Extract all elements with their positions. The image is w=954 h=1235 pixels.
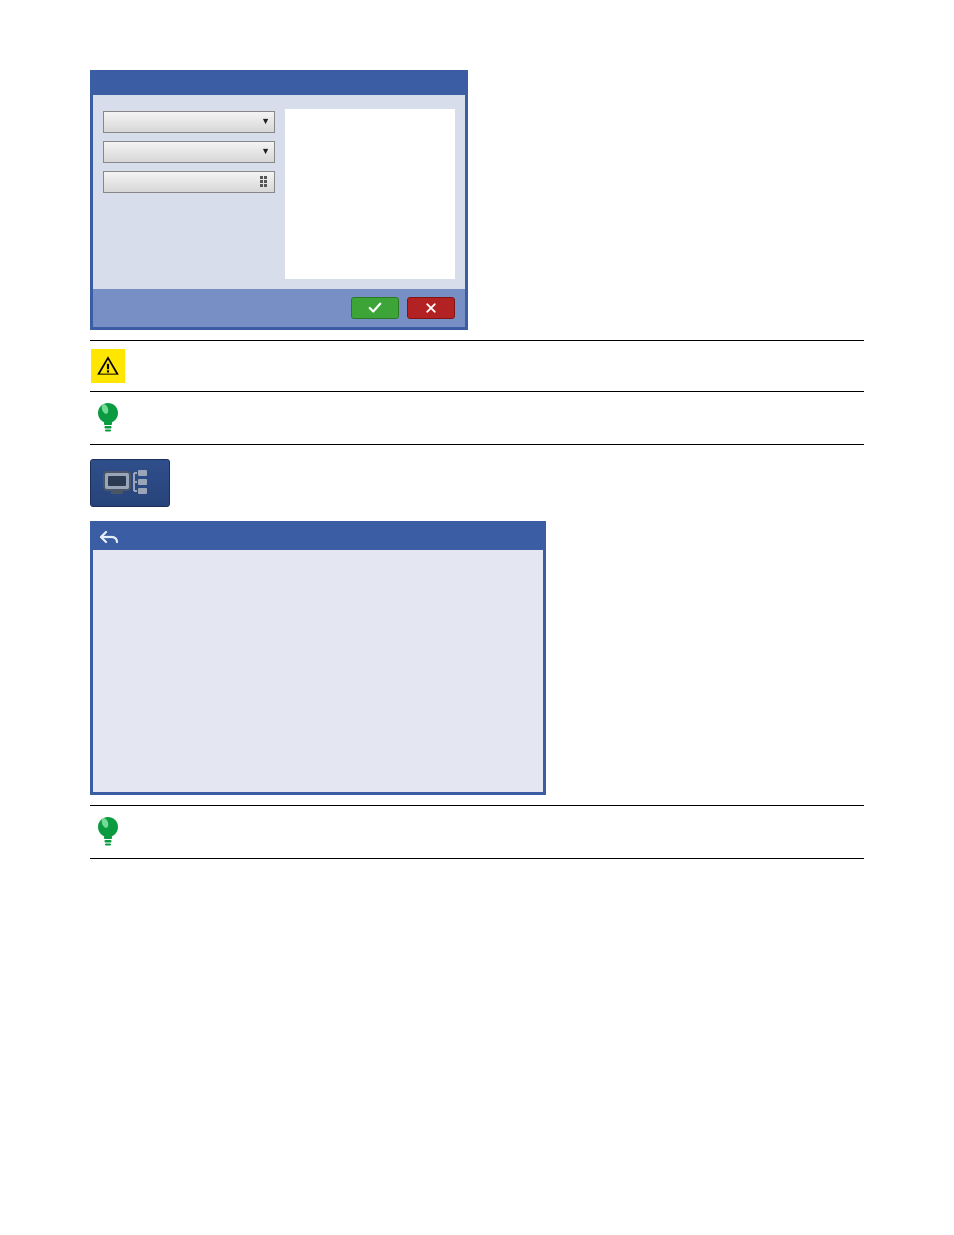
source-tree-button[interactable] (90, 459, 170, 507)
back-button[interactable] (99, 528, 119, 546)
picker-field-3[interactable] (103, 171, 275, 193)
cancel-button[interactable] (407, 297, 455, 319)
dropdown-field-1[interactable]: ▼ (103, 111, 275, 133)
panel-body (93, 550, 543, 792)
lightbulb-icon (94, 814, 122, 850)
lightbulb-icon (94, 400, 122, 436)
undo-arrow-icon (100, 530, 118, 544)
chevron-down-icon: ▼ (261, 145, 270, 158)
check-icon (368, 301, 382, 315)
divider (90, 805, 864, 806)
source-tree-icon (100, 466, 160, 500)
close-icon (425, 302, 437, 314)
options-dialog: ▼ ▼ (90, 70, 468, 330)
ok-button[interactable] (351, 297, 399, 319)
date-picker-icon (260, 176, 270, 188)
chevron-down-icon: ▼ (261, 115, 270, 128)
divider (90, 858, 864, 859)
preview-panel (285, 109, 455, 279)
dropdown-field-2[interactable]: ▼ (103, 141, 275, 163)
divider (90, 340, 864, 341)
divider (90, 391, 864, 392)
dialog-footer (93, 289, 465, 327)
divider (90, 444, 864, 445)
dialog-titlebar (93, 73, 465, 95)
source-tree-panel (90, 521, 546, 795)
warning-icon (91, 349, 125, 383)
